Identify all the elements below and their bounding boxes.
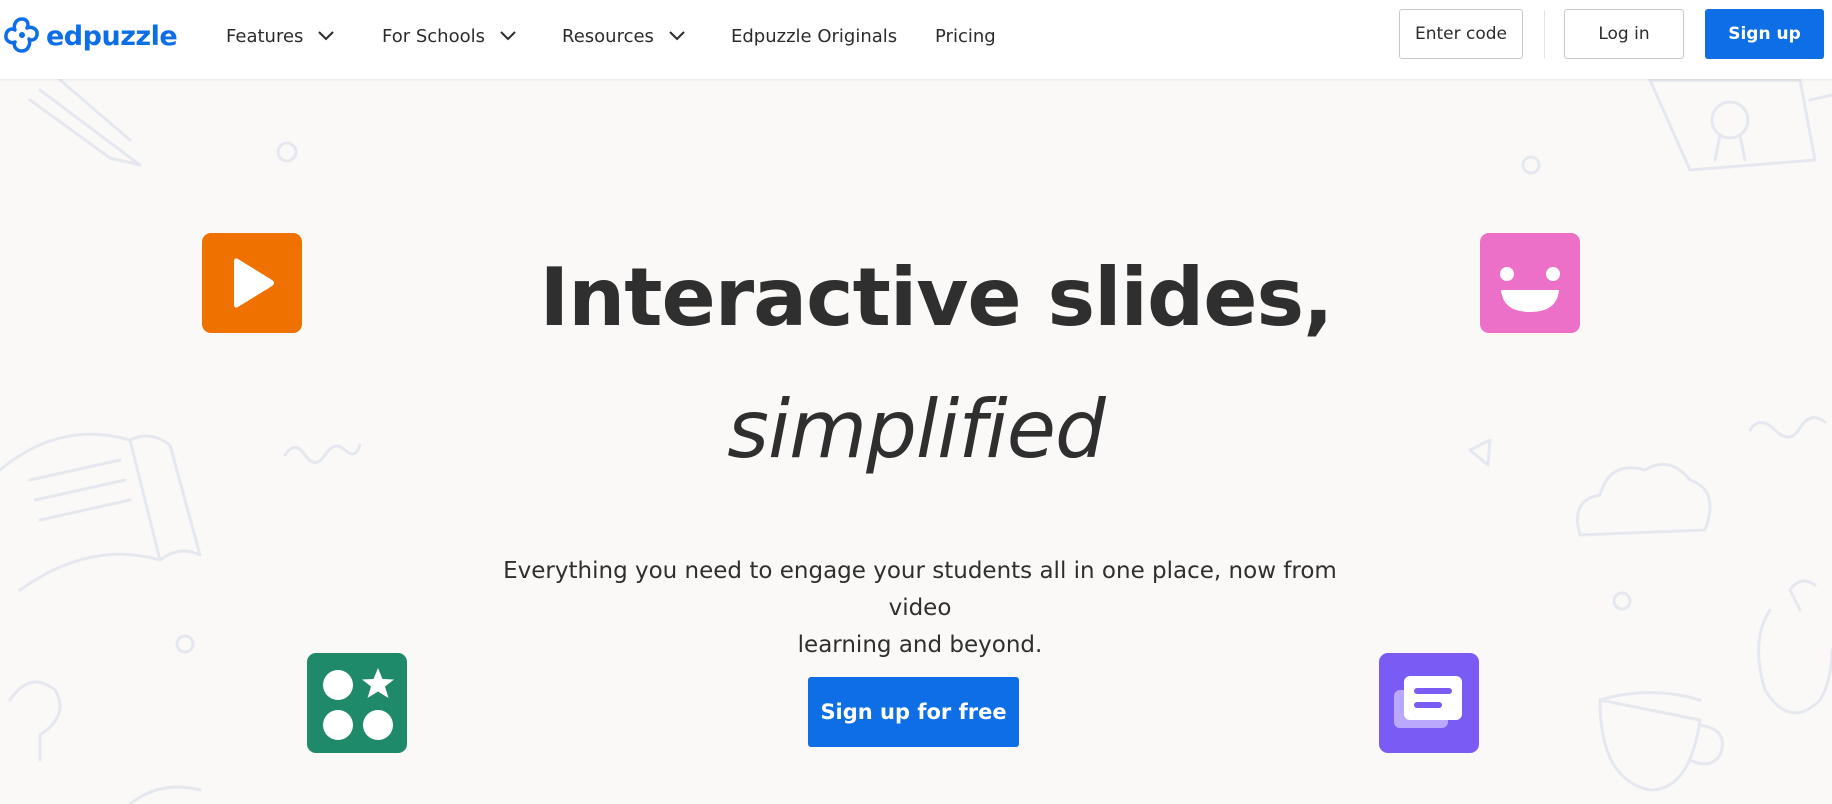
nav-edpuzzle-originals[interactable]: Edpuzzle Originals: [731, 23, 897, 49]
hero-subtitle-line2: learning and beyond.: [797, 632, 1043, 658]
circle-doodle: [276, 141, 298, 163]
sign-up-button[interactable]: Sign up: [1705, 9, 1824, 59]
cloud-doodle: [1576, 462, 1712, 537]
logo-wordmark: edpuzzle: [46, 20, 178, 52]
quiz-shapes-icon: [323, 668, 394, 740]
hero-subtitle: Everything you need to engage your stude…: [480, 553, 1360, 664]
chevron-down-icon: [318, 31, 335, 41]
nav-for-schools[interactable]: For Schools: [382, 23, 517, 49]
quiz-shapes-tile: [307, 653, 407, 753]
nav-originals-label: Edpuzzle Originals: [731, 25, 898, 47]
nav-pricing-label: Pricing: [935, 25, 996, 47]
nav-resources-label: Resources: [562, 25, 654, 47]
hero-title: Interactive slides,: [539, 251, 1334, 344]
certificate-doodle: [1648, 79, 1817, 172]
enter-code-button[interactable]: Enter code: [1399, 9, 1523, 59]
cup-doodle: [1598, 698, 1702, 792]
nav-resources[interactable]: Resources: [562, 23, 686, 49]
puzzle-logo-icon: [4, 17, 39, 53]
hero-title-italic: simplified: [727, 383, 1105, 476]
chat-cards-tile: [1379, 653, 1479, 753]
chat-cards-icon: [1394, 676, 1462, 728]
apple-doodle: [1757, 608, 1832, 715]
question-doodle: [8, 680, 62, 762]
nav-features-label: Features: [226, 25, 304, 47]
chevron-down-icon: [669, 31, 685, 41]
nav-pricing[interactable]: Pricing: [935, 23, 996, 49]
top-navigation: edpuzzle Features For Schools Resources …: [0, 0, 1832, 79]
chevron-down-icon: [500, 31, 516, 41]
nav-for-schools-label: For Schools: [382, 25, 485, 47]
sign-up-for-free-button[interactable]: Sign up for free: [808, 677, 1019, 747]
nav-divider: [1544, 10, 1545, 58]
edpuzzle-logo[interactable]: edpuzzle: [2, 14, 178, 58]
nav-features[interactable]: Features: [226, 23, 335, 49]
log-in-button[interactable]: Log in: [1564, 9, 1684, 59]
hero-subtitle-line1: Everything you need to engage your stude…: [503, 558, 1337, 621]
